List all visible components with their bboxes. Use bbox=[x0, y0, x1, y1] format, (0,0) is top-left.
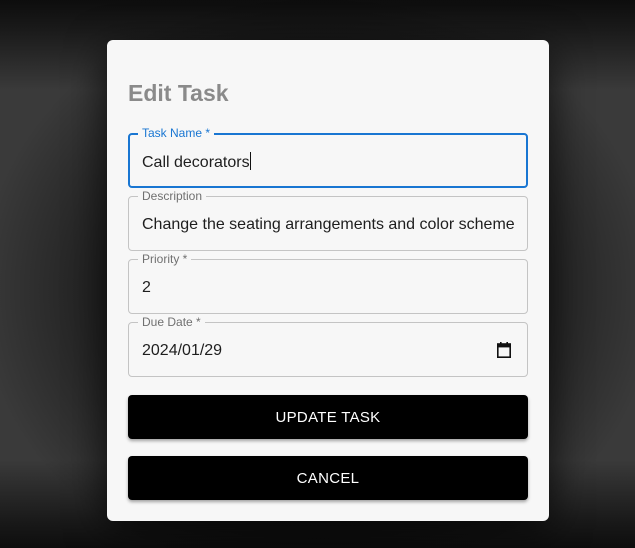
description-field[interactable]: Description Change the seating arrangeme… bbox=[128, 189, 528, 251]
priority-input[interactable]: 2 bbox=[142, 278, 514, 298]
task-name-field[interactable]: Task Name * Call decorators bbox=[128, 126, 528, 188]
priority-label: Priority * bbox=[138, 252, 192, 266]
edit-task-dialog: Edit Task Task Name * Call decorators De… bbox=[107, 40, 549, 521]
task-name-input[interactable]: Call decorators bbox=[142, 152, 513, 173]
due-date-label: Due Date * bbox=[138, 315, 205, 329]
description-label: Description bbox=[138, 189, 207, 203]
due-date-field[interactable]: Due Date * 2024/01/29 bbox=[128, 315, 528, 377]
due-date-input[interactable]: 2024/01/29 bbox=[142, 341, 514, 361]
task-name-value: Call decorators bbox=[142, 154, 250, 171]
cancel-button[interactable]: CANCEL bbox=[128, 456, 528, 500]
update-task-button[interactable]: UPDATE TASK bbox=[128, 395, 528, 439]
description-input[interactable]: Change the seating arrangements and colo… bbox=[142, 215, 514, 235]
priority-field[interactable]: Priority * 2 bbox=[128, 252, 528, 314]
calendar-icon[interactable] bbox=[497, 342, 511, 358]
dialog-title: Edit Task bbox=[128, 80, 229, 106]
task-name-label: Task Name * bbox=[138, 126, 215, 140]
text-caret bbox=[249, 152, 251, 170]
